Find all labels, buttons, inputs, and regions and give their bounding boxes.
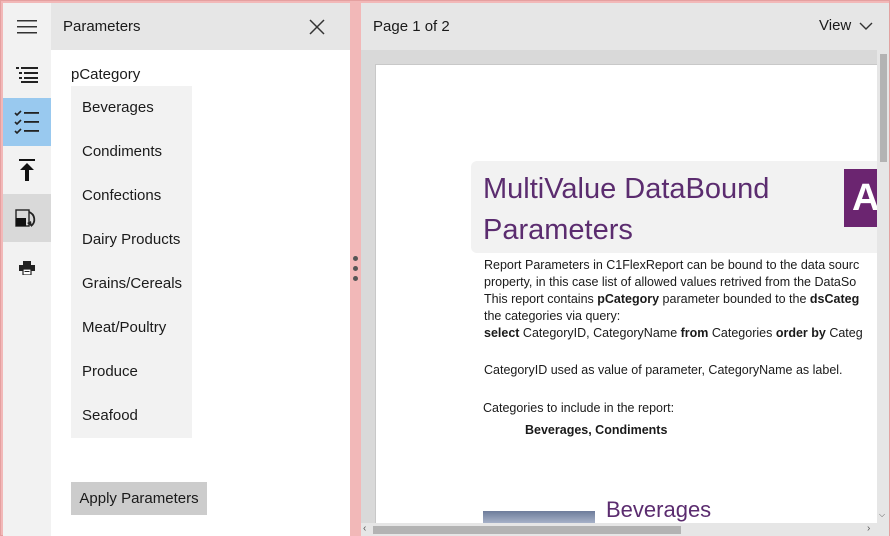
grip-dot (353, 276, 358, 281)
parameters-button[interactable] (3, 98, 51, 146)
panel-title: Parameters (63, 18, 141, 35)
grip-dot (353, 266, 358, 271)
chevron-down-icon (859, 22, 873, 30)
report-viewer: Page 1 of 2 View MultiValue DataBound Pa… (361, 3, 889, 536)
close-button[interactable] (303, 13, 331, 41)
parameters-checklist-icon (14, 110, 39, 134)
viewer-header: Page 1 of 2 View (361, 3, 889, 50)
description-line: Report Parameters in C1FlexReport can be… (484, 257, 859, 274)
horizontal-scrollbar[interactable]: ‹ › (361, 523, 889, 536)
report-page: MultiValue DataBound Parameters A Report… (375, 64, 879, 534)
page-setup-button[interactable] (3, 194, 51, 242)
vertical-scroll-thumb[interactable] (880, 54, 887, 162)
list-item[interactable]: Condiments (82, 142, 162, 162)
description-text: property, in this case list of allowed v… (484, 275, 857, 289)
description-text: dsCateg (809, 292, 860, 306)
list-item[interactable]: Meat/Poultry (82, 318, 166, 338)
app-window: Parameters pCategory Beverages Condiment… (0, 0, 890, 536)
scroll-right-arrow-icon[interactable]: › (867, 524, 870, 534)
description-line: select CategoryID, CategoryName from Cat… (484, 325, 863, 342)
export-button[interactable] (3, 146, 51, 194)
page-indicator: Page 1 of 2 (373, 18, 450, 35)
print-icon (19, 261, 35, 275)
section-heading: Beverages (606, 497, 712, 522)
description-line: This report contains pCategory parameter… (484, 291, 859, 308)
description-line: property, in this case list of allowed v… (484, 274, 856, 291)
close-icon (309, 19, 325, 35)
toolbar-rail (3, 3, 51, 536)
description-text: This report contains (484, 292, 598, 306)
horizontal-scroll-thumb[interactable] (373, 526, 681, 534)
description-text: the categories via query: (484, 309, 621, 323)
grip-dot (353, 256, 358, 261)
list-item[interactable]: Seafood (82, 406, 138, 426)
logo-letter: A (852, 176, 879, 219)
description-text: order by (775, 326, 826, 340)
description-text: pCategory (597, 292, 660, 306)
categories-value: Beverages, Condiments (525, 423, 668, 437)
description-text: from (680, 326, 709, 340)
description-text: Categories (708, 326, 776, 340)
view-menu-button[interactable]: View (819, 17, 873, 34)
report-title: MultiValue DataBound Parameters (483, 173, 770, 246)
report-header-box: MultiValue DataBound Parameters A (471, 161, 879, 253)
description-text: select (484, 326, 520, 340)
panel-splitter[interactable] (350, 3, 361, 536)
category-listbox[interactable]: Beverages Condiments Confections Dairy P… (71, 86, 192, 438)
description-text: CategoryID, CategoryName (519, 326, 681, 340)
view-menu-label: View (819, 17, 852, 34)
description-text: Report Parameters in C1FlexReport can be… (484, 258, 860, 272)
list-item[interactable]: Confections (82, 186, 161, 206)
parameter-label: pCategory (71, 66, 141, 83)
export-upload-icon (19, 159, 35, 181)
outline-button[interactable] (3, 51, 51, 99)
description-text: parameter bounded to the (659, 292, 810, 306)
panel-header: Parameters (51, 3, 350, 50)
print-button[interactable] (3, 244, 51, 292)
page-setup-icon (15, 209, 36, 227)
description-text: Categ (825, 326, 863, 340)
outline-list-icon (16, 67, 38, 83)
vertical-scrollbar[interactable]: ⌵ (877, 50, 889, 523)
apply-parameters-button[interactable]: Apply Parameters (71, 482, 207, 515)
list-item[interactable]: Grains/Cereals (82, 274, 182, 294)
scroll-left-arrow-icon[interactable]: ‹ (363, 524, 366, 534)
categories-label: Categories to include in the report: (483, 401, 675, 415)
list-item[interactable]: Beverages (82, 98, 154, 118)
parameters-panel: Parameters pCategory Beverages Condiment… (51, 3, 350, 536)
report-logo: A (844, 169, 879, 227)
hamburger-menu-button[interactable] (3, 3, 51, 51)
description-text: CategoryID used as value of parameter, C… (484, 363, 843, 377)
hamburger-menu-icon (17, 20, 37, 34)
scroll-down-arrow-icon[interactable]: ⌵ (879, 511, 885, 519)
description-line: the categories via query: (484, 308, 620, 325)
list-item[interactable]: Dairy Products (82, 230, 180, 250)
list-item[interactable]: Produce (82, 362, 138, 382)
report-canvas[interactable]: MultiValue DataBound Parameters A Report… (361, 50, 889, 536)
description-line: CategoryID used as value of parameter, C… (484, 362, 843, 379)
